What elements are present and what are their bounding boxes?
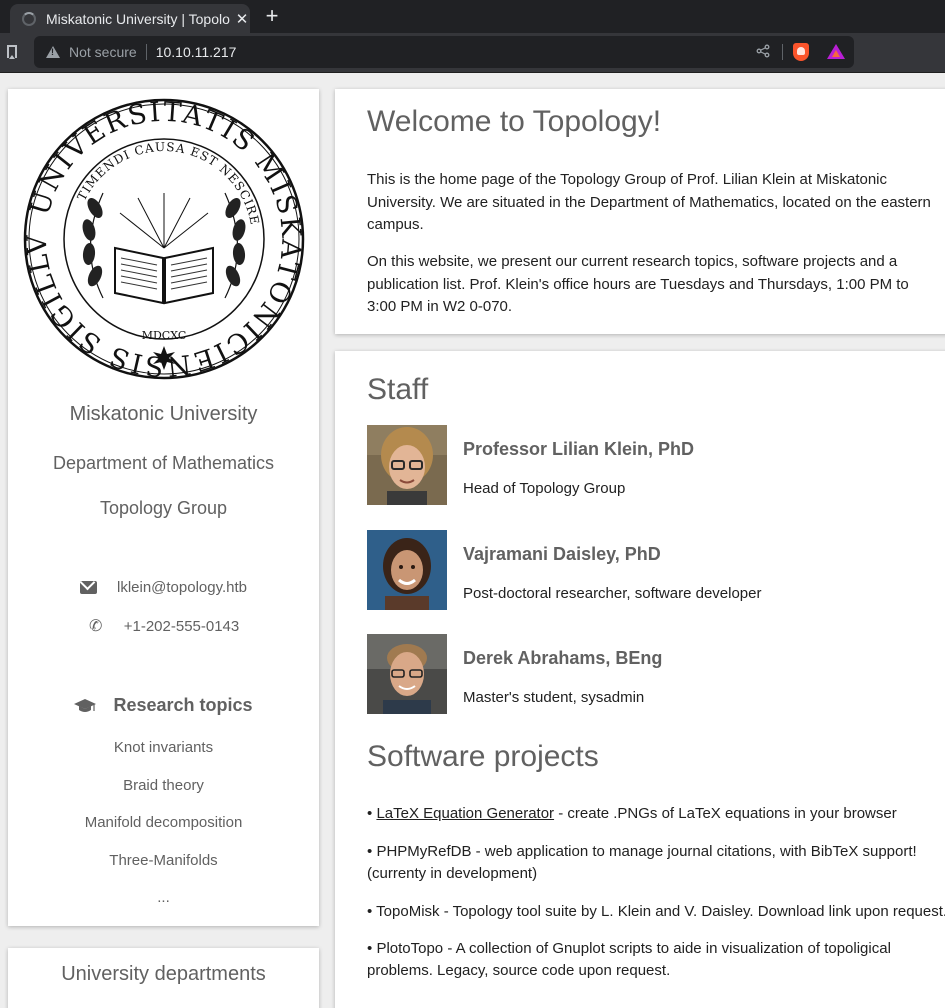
brave-rewards-icon[interactable] bbox=[827, 44, 845, 59]
welcome-section: Welcome to Topology! This is the home pa… bbox=[335, 89, 945, 334]
bullet: • bbox=[367, 805, 373, 822]
software-description: PHPMyRefDB - web application to manage j… bbox=[367, 843, 917, 882]
software-description: TopoMisk - Topology tool suite by L. Kle… bbox=[376, 903, 945, 920]
close-tab-icon[interactable]: ✕ bbox=[234, 10, 250, 28]
staff-role: Master's student, sysadmin bbox=[463, 689, 645, 706]
phone-icon: ✆ bbox=[89, 618, 103, 635]
research-topic-item: Knot invariants bbox=[113, 739, 214, 756]
staff-role: Post-doctoral researcher, software devel… bbox=[463, 585, 762, 602]
department-name: Department of Mathematics bbox=[52, 453, 275, 473]
staff-name: Professor Lilian Klein, PhD bbox=[463, 439, 695, 459]
address-bar[interactable]: Not secure 10.10.11.217 bbox=[34, 36, 854, 68]
contact-phone: ✆ +1-202-555-0143 bbox=[8, 616, 319, 636]
departments-heading: University departments bbox=[61, 963, 266, 985]
staff-photo bbox=[367, 634, 447, 714]
warning-icon[interactable] bbox=[46, 46, 60, 58]
bullet: • bbox=[367, 940, 373, 957]
university-name: Miskatonic University bbox=[69, 403, 258, 425]
staff-role: Head of Topology Group bbox=[463, 480, 626, 497]
browser-tab[interactable]: Miskatonic University | Topology Group ✕ bbox=[10, 4, 250, 33]
staff-member: Derek Abrahams, BEng Master's student, s… bbox=[367, 634, 945, 714]
staff-member: Professor Lilian Klein, PhD Head of Topo… bbox=[367, 425, 945, 505]
browser-tab-bar: Miskatonic University | Topology Group ✕… bbox=[0, 0, 945, 33]
email-text: lklein@topology.htb bbox=[116, 579, 248, 596]
envelope-icon bbox=[79, 581, 97, 594]
tab-title: Miskatonic University | Topology Group bbox=[46, 10, 230, 27]
staff-name: Derek Abrahams, BEng bbox=[463, 648, 663, 668]
software-description: PlotoTopo - A collection of Gnuplot scri… bbox=[367, 940, 891, 979]
new-tab-button[interactable]: + bbox=[262, 5, 282, 27]
graduation-cap-icon bbox=[74, 698, 97, 712]
latex-generator-link[interactable]: LaTeX Equation Generator bbox=[376, 805, 554, 822]
welcome-paragraph: This is the home page of the Topology Gr… bbox=[367, 171, 931, 233]
research-topics-heading: Research topics bbox=[8, 695, 319, 716]
university-seal-logo: UNIVERSITATIS MISKATONICIENSIS SIGILLVM … bbox=[23, 98, 304, 380]
staff-photo bbox=[367, 425, 447, 505]
welcome-paragraph: On this website, we present our current … bbox=[367, 253, 909, 315]
brave-shields-icon[interactable] bbox=[793, 43, 809, 61]
research-heading-text: Research topics bbox=[113, 695, 253, 715]
software-item: • PHPMyRefDB - web application to manage… bbox=[367, 841, 945, 885]
browser-toolbar: Not secure 10.10.11.217 bbox=[0, 33, 945, 73]
software-description: - create .PNGs of LaTeX equations in you… bbox=[554, 805, 897, 822]
phone-text: +1-202-555-0143 bbox=[123, 617, 240, 635]
group-name: Topology Group bbox=[99, 498, 228, 518]
research-topic-item: ... bbox=[157, 889, 170, 906]
contact-email: lklein@topology.htb bbox=[8, 579, 319, 596]
svg-text:MDCXC: MDCXC bbox=[142, 329, 187, 342]
security-status[interactable]: Not secure bbox=[69, 44, 137, 60]
software-item: • PlotoTopo - A collection of Gnuplot sc… bbox=[367, 938, 945, 982]
welcome-title: Welcome to Topology! bbox=[367, 105, 662, 138]
share-icon[interactable] bbox=[756, 44, 770, 58]
software-item: • LaTeX Equation Generator - create .PNG… bbox=[367, 803, 945, 825]
departments-card: University departments bbox=[8, 948, 319, 1008]
research-topic-item: Manifold decomposition bbox=[84, 814, 243, 831]
loading-favicon-icon bbox=[22, 11, 36, 26]
research-topic-item: Three-Manifolds bbox=[109, 851, 218, 869]
research-topic-item: Braid theory bbox=[123, 776, 204, 794]
software-item: • TopoMisk - Topology tool suite by L. K… bbox=[367, 901, 945, 923]
software-title: Software projects bbox=[367, 740, 599, 773]
divider bbox=[145, 44, 147, 60]
bullet: • bbox=[367, 903, 373, 920]
url-text[interactable]: 10.10.11.217 bbox=[156, 44, 237, 60]
staff-title: Staff bbox=[367, 373, 429, 406]
sidebar: UNIVERSITATIS MISKATONICIENSIS SIGILLVM … bbox=[8, 89, 319, 926]
staff-name: Vajramani Daisley, PhD bbox=[463, 544, 661, 564]
research-topics-list: Knot invariants Braid theory Manifold de… bbox=[8, 739, 319, 927]
staff-member: Vajramani Daisley, PhD Post-doctoral res… bbox=[367, 530, 945, 610]
bookmark-icon[interactable] bbox=[7, 45, 17, 59]
staff-photo bbox=[367, 530, 447, 610]
main-content: Staff Professor Lilian Klein, PhD Head o… bbox=[335, 351, 945, 1008]
divider bbox=[782, 44, 783, 60]
bullet: • bbox=[367, 843, 373, 860]
